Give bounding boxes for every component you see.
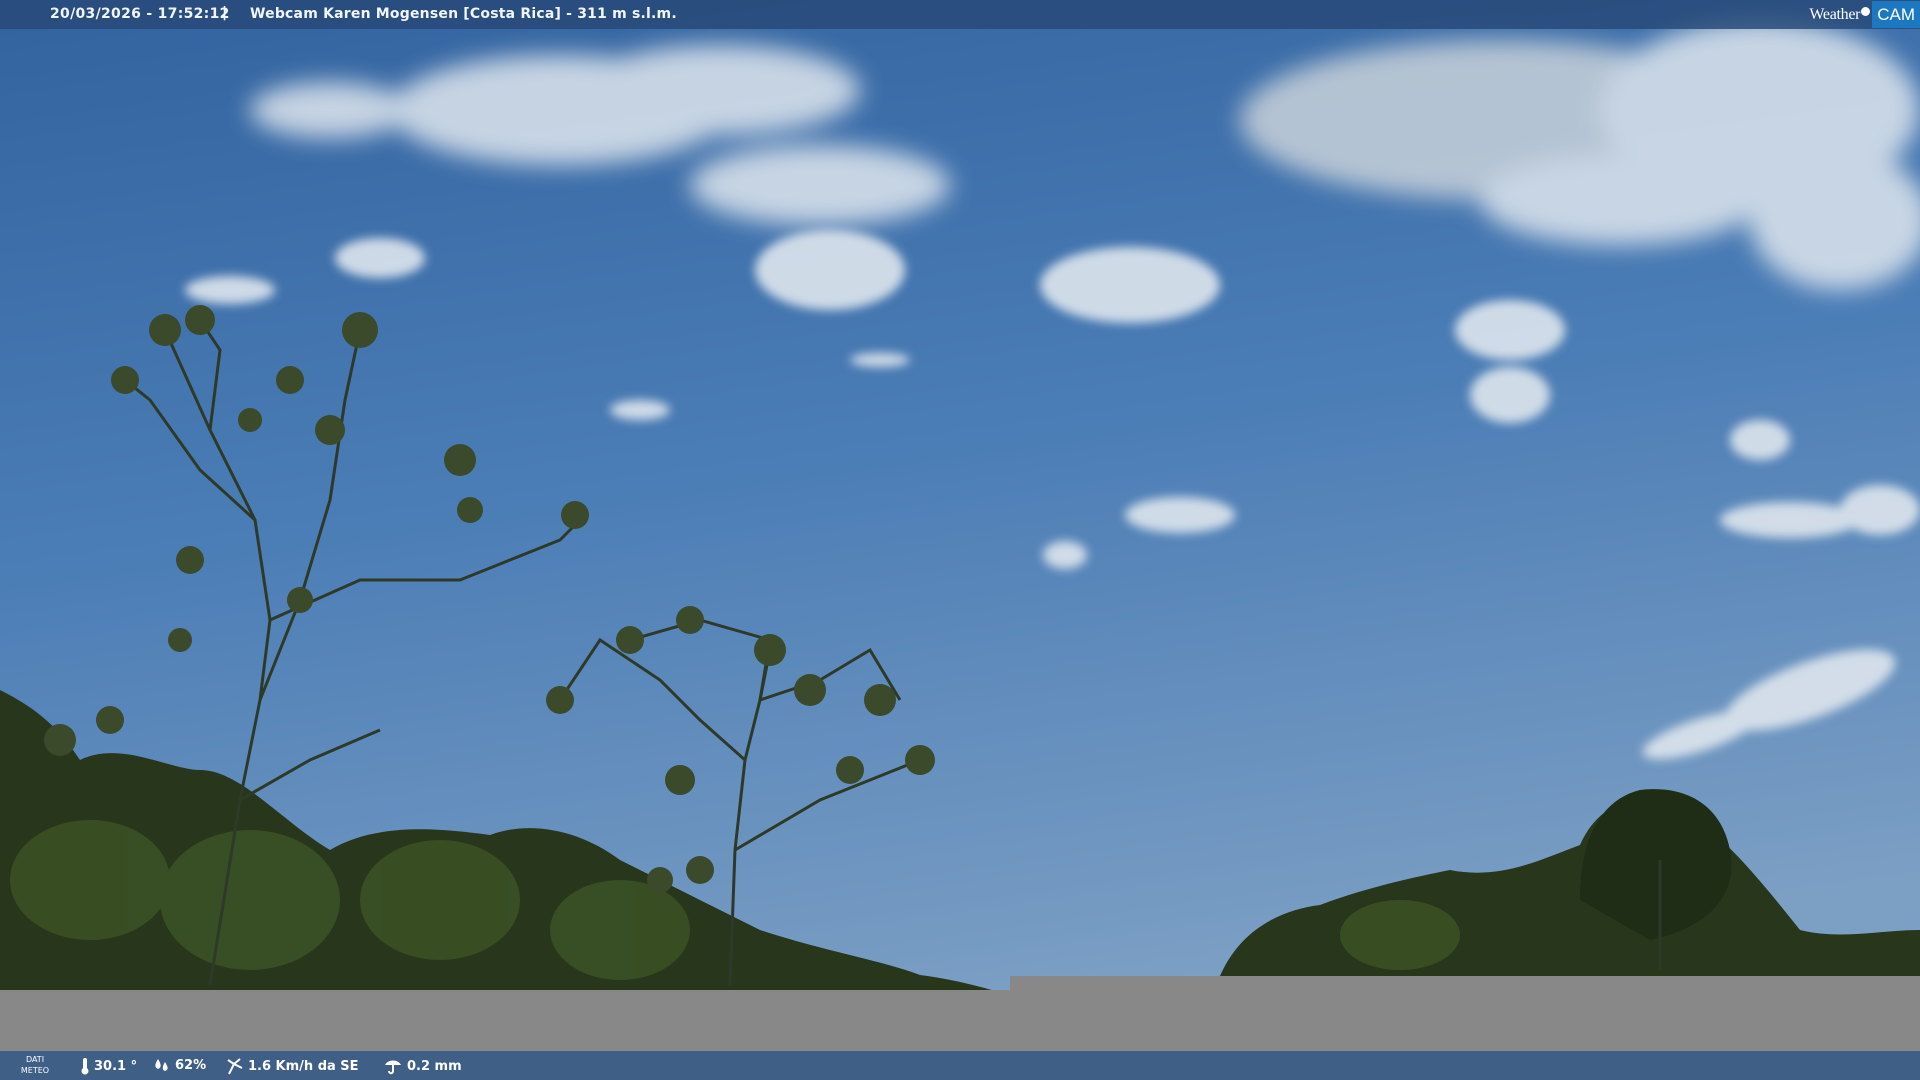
dati-line1: DATI: [25, 1055, 45, 1064]
top-info-bar: 20/03/2026 - 17:52:12 | Webcam Karen Mog…: [0, 0, 1920, 29]
rain-item: 0.2 mm: [383, 1057, 462, 1075]
dati-line2: METEO: [20, 1066, 50, 1075]
datetime-label: 20/03/2026 - 17:52:12: [50, 6, 230, 22]
logo-dot-icon: [1861, 7, 1871, 16]
temperature-item: 30.1 °: [80, 1057, 137, 1075]
webcam-image: [0, 0, 1920, 1080]
rain-icon: [385, 1060, 401, 1075]
logo-cam-text: CAM: [1872, 1, 1920, 28]
thermometer-icon: [81, 1058, 89, 1075]
dati-meteo-label: DATI METEO: [18, 1054, 52, 1076]
separator: |: [222, 5, 228, 21]
wind-icon: [227, 1058, 243, 1075]
temperature-value: 30.1 °: [94, 1058, 138, 1074]
humidity-item: 62%: [153, 1057, 206, 1073]
weather-data-bar: DATI METEO 30.1 ° 62% 1.6 Km/h da SE 0.2…: [0, 1051, 1920, 1080]
rain-value: 0.2 mm: [407, 1058, 462, 1074]
weathercam-logo: Weather CAM: [1809, 0, 1920, 29]
logo-weather-text: Weather: [1809, 5, 1861, 23]
humidity-icon: [155, 1059, 168, 1071]
wind-value: 1.6 Km/h da SE: [248, 1058, 359, 1074]
gray-overlay-strip: [0, 990, 1920, 1051]
humidity-value: 62%: [175, 1057, 207, 1073]
webcam-title: Webcam Karen Mogensen [Costa Rica] - 311…: [250, 6, 677, 22]
wind-item: 1.6 Km/h da SE: [226, 1057, 359, 1075]
